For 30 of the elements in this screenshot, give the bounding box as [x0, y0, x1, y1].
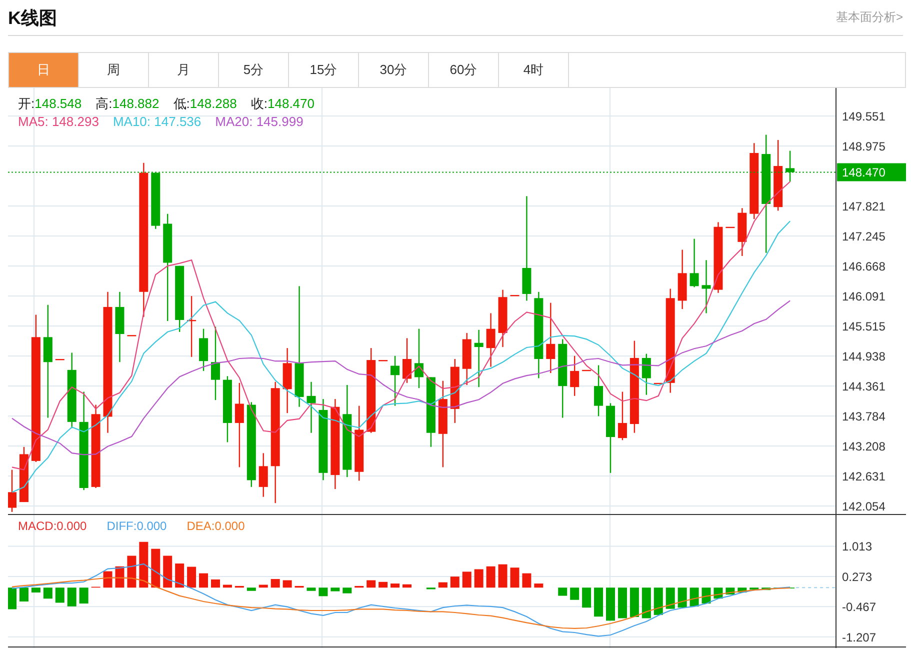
axis-label: 147.821: [842, 199, 886, 214]
axis-label: 146.668: [842, 259, 886, 274]
ohlc-reading: 低:148.288: [173, 95, 237, 113]
axis-label: 146.091: [842, 289, 886, 304]
axis-label: 147.245: [842, 229, 886, 244]
page-title: K线图: [8, 6, 57, 30]
ref-line-label: 148.470: [842, 166, 886, 180]
axis-label: 145.515: [842, 319, 886, 334]
indicator-reading: DIFF:0.000: [106, 519, 167, 533]
axis-label: 144.361: [842, 379, 886, 394]
axis-label: 142.054: [842, 500, 886, 514]
ohlc-reading: 高:148.882: [96, 95, 160, 113]
axis-label: 0.273: [842, 570, 872, 584]
axis-label: 149.551: [842, 110, 886, 124]
axis-label: 142.631: [842, 469, 886, 484]
axis-label: 148.975: [842, 139, 886, 154]
last-price-tag: 148.470: [837, 163, 906, 182]
axis-label: 143.784: [842, 410, 886, 424]
ohlc-reading: 开:148.548: [18, 95, 82, 113]
indicator-reading: MACD:0.000: [18, 519, 87, 533]
moving-average-reading: MA10: 147.536: [112, 114, 202, 129]
axis-label: 143.208: [842, 439, 886, 454]
axis-label: 144.938: [842, 349, 886, 364]
moving-average-reading: MA20: 145.999: [215, 114, 304, 129]
axis-label: -1.207: [842, 630, 876, 644]
axis-label: 1.013: [842, 540, 872, 554]
ohlc-reading: 收:148.470: [250, 95, 314, 113]
indicator-reading: DEA:0.000: [186, 519, 245, 533]
axis-label: -0.467: [842, 600, 876, 614]
moving-average-reading: MA5: 148.293: [18, 114, 99, 129]
